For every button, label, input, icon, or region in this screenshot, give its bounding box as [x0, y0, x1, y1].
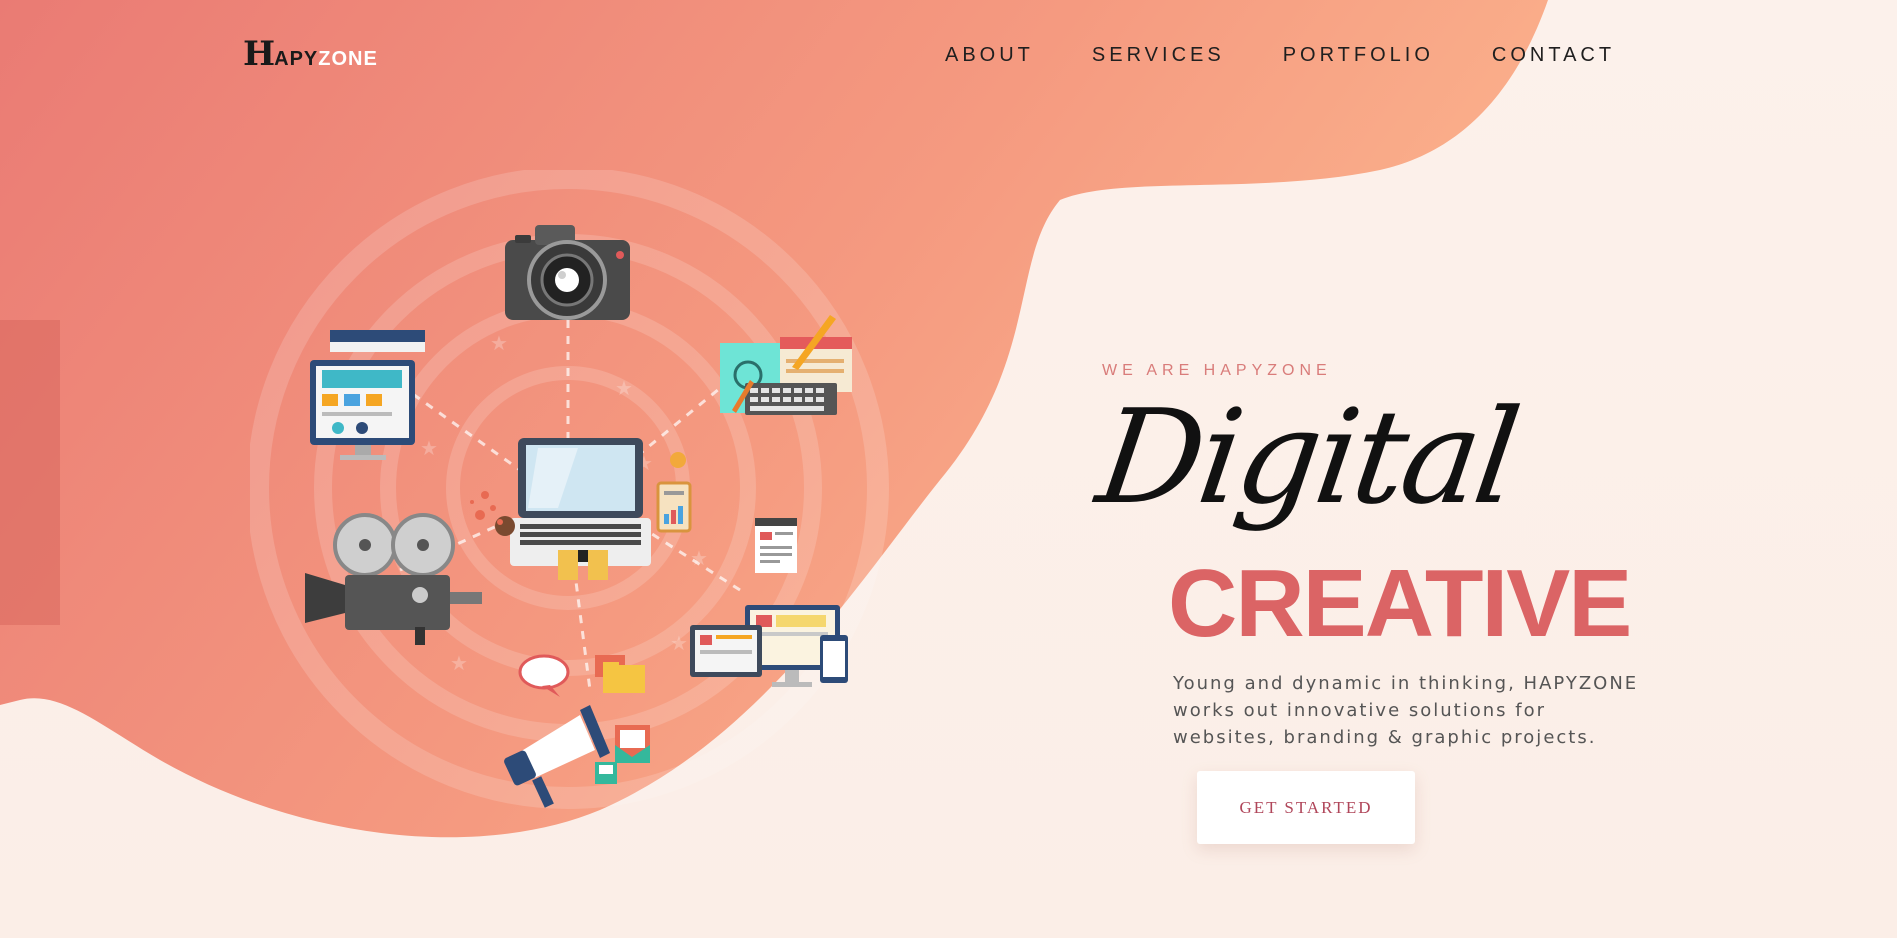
nav-portfolio[interactable]: PORTFOLIO	[1283, 44, 1434, 67]
main-nav: ABOUT SERVICES PORTFOLIO CONTACT	[945, 44, 1673, 67]
paint-splatter	[470, 491, 503, 525]
services-illustration: ★ ★ ★ ★ ★ ★ ★	[250, 170, 889, 809]
get-started-button[interactable]: GET STARTED	[1197, 771, 1415, 844]
svg-text:★: ★	[615, 376, 633, 400]
svg-text:★: ★	[450, 651, 468, 675]
logo-letter-h: H	[243, 34, 275, 74]
landing-page: H APY ZONE ABOUT SERVICES PORTFOLIO CONT…	[0, 0, 1897, 938]
nav-about[interactable]: ABOUT	[945, 44, 1034, 67]
nav-services[interactable]: SERVICES	[1092, 44, 1225, 67]
hero-script-title: Digital	[1089, 381, 1525, 533]
web-design-monitor-icon	[310, 330, 425, 460]
svg-text:★: ★	[670, 631, 688, 655]
hero-description: Young and dynamic in thinking, HAPYZONE …	[1173, 673, 1639, 748]
document-icon	[755, 518, 797, 573]
hero-headline: CREATIVE	[1168, 550, 1632, 657]
svg-text:★: ★	[690, 546, 708, 570]
email-icon	[615, 725, 650, 763]
responsive-devices-icon	[690, 605, 848, 687]
logo-text-apy: APY	[274, 47, 319, 70]
brand-logo[interactable]: H APY ZONE	[243, 36, 378, 72]
speech-bubble-icon	[518, 654, 570, 697]
nav-contact[interactable]: CONTACT	[1492, 44, 1615, 67]
svg-text:★: ★	[420, 436, 438, 460]
svg-text:★: ★	[490, 331, 508, 355]
small-email-icon	[595, 762, 617, 784]
hero-eyebrow: WE ARE HAPYZONE	[1102, 362, 1332, 379]
logo-text-zone: ZONE	[318, 47, 378, 70]
